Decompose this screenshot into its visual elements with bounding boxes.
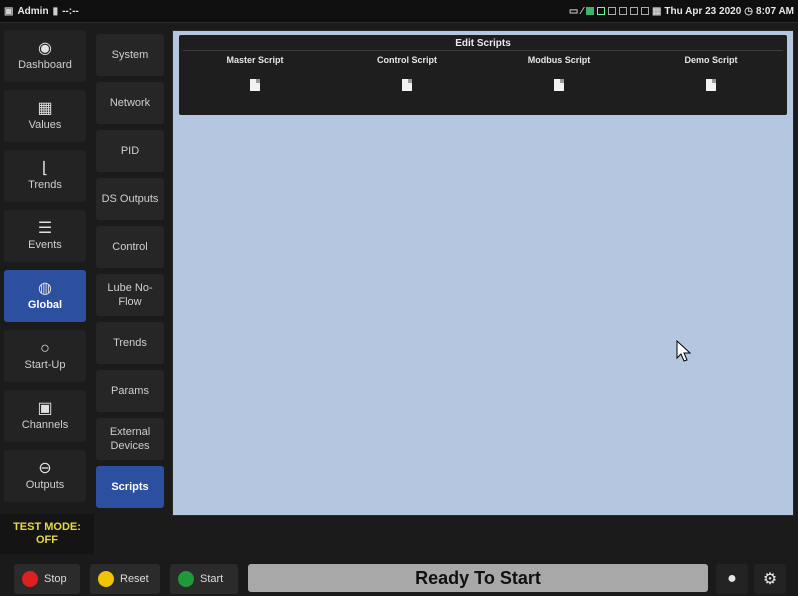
nav-values[interactable]: ▦ Values xyxy=(4,90,86,142)
stop-button[interactable]: Stop xyxy=(14,564,80,594)
calendar-icon: ▦ xyxy=(651,5,662,17)
channels-icon: ▣ xyxy=(37,400,53,417)
machine-status-display: Ready To Start xyxy=(248,564,708,592)
start-label: Start xyxy=(200,573,224,585)
top-status-bar: ▣ Admin ▮ --:-- ▭ ⁄ ▦ Thu Apr 23 2020 ◷ … xyxy=(0,0,798,23)
panel-divider xyxy=(183,50,783,51)
demo-script-header: Demo Script xyxy=(684,55,738,65)
content-area: Edit Scripts Master Script Control Scrip… xyxy=(172,30,794,516)
nav-start-up-label: Start-Up xyxy=(24,359,66,371)
panel-title: Edit Scripts xyxy=(455,38,511,49)
start-button[interactable]: Start xyxy=(170,564,238,594)
settings-button[interactable]: ⚙ xyxy=(754,564,786,594)
control-script-header: Control Script xyxy=(377,55,437,65)
demo-script-column: Demo Script xyxy=(635,55,787,96)
clock-icon: ◷ xyxy=(744,5,754,17)
nav-outputs-label: Outputs xyxy=(25,479,65,491)
io-indicator-2 xyxy=(596,7,605,15)
nav-global-label: Global xyxy=(27,299,63,311)
subnav-system[interactable]: System xyxy=(96,34,164,76)
io-indicator-3 xyxy=(607,7,616,15)
nav-values-label: Values xyxy=(28,119,62,131)
globe-icon: ◍ xyxy=(38,280,52,297)
reset-icon xyxy=(98,571,114,587)
time-text: 8:07 AM xyxy=(756,5,794,17)
nav-trends[interactable]: ⌊ Trends xyxy=(4,150,86,202)
reset-label: Reset xyxy=(120,573,149,585)
test-mode-indicator: TEST MODE: OFF xyxy=(0,514,94,554)
subnav-pid[interactable]: PID xyxy=(96,130,164,172)
gauge-icon: ◉ xyxy=(38,40,52,57)
nav-dashboard[interactable]: ◉ Dashboard xyxy=(4,30,86,82)
refresh-icon: ○ xyxy=(40,340,50,357)
nav-channels-label: Channels xyxy=(21,419,69,431)
user-badge-icon: ▮ xyxy=(52,5,59,17)
chart-icon: ⌊ xyxy=(41,160,49,177)
battery-icon: ▭ xyxy=(568,5,579,17)
subnav-control[interactable]: Control xyxy=(96,226,164,268)
subnav-external-devices[interactable]: External Devices xyxy=(96,418,164,460)
subnav-lube-no-flow[interactable]: Lube No-Flow xyxy=(96,274,164,316)
subnav-network[interactable]: Network xyxy=(96,82,164,124)
info-button[interactable]: ● xyxy=(716,564,748,594)
subnav-scripts[interactable]: Scripts xyxy=(96,466,164,508)
reset-button[interactable]: Reset xyxy=(90,564,160,594)
nav-dashboard-label: Dashboard xyxy=(18,59,72,71)
control-script-document-icon[interactable] xyxy=(402,79,412,91)
stop-icon xyxy=(22,571,38,587)
demo-script-document-icon[interactable] xyxy=(706,79,716,91)
io-indicator-5 xyxy=(629,7,638,15)
modbus-script-header: Modbus Script xyxy=(527,55,591,65)
date-text: Thu Apr 23 2020 xyxy=(664,5,742,17)
io-indicator-4 xyxy=(618,7,627,15)
stop-label: Stop xyxy=(44,573,67,585)
user-title: Admin xyxy=(17,5,49,17)
grid-icon: ▦ xyxy=(37,100,53,117)
subnav-ds-outputs[interactable]: DS Outputs xyxy=(96,178,164,220)
nav-outputs[interactable]: ⊖ Outputs xyxy=(4,450,86,502)
nav-start-up[interactable]: ○ Start-Up xyxy=(4,330,86,382)
info-icon: ● xyxy=(727,570,737,587)
test-mode-value: OFF xyxy=(36,534,58,546)
master-script-header: Master Script xyxy=(226,55,284,65)
master-script-column: Master Script xyxy=(179,55,331,96)
nav-global[interactable]: ◍ Global xyxy=(4,270,86,322)
global-sub-menu: System Network PID DS Outputs Control Lu… xyxy=(96,34,166,514)
nav-channels[interactable]: ▣ Channels xyxy=(4,390,86,442)
admin-icon: ▣ xyxy=(4,5,14,17)
modbus-script-column: Modbus Script xyxy=(483,55,635,96)
list-icon: ☰ xyxy=(37,220,53,237)
subnav-params[interactable]: Params xyxy=(96,370,164,412)
io-indicator-6 xyxy=(640,7,649,15)
gear-icon: ⚙ xyxy=(762,571,778,588)
start-icon xyxy=(178,571,194,587)
modbus-script-document-icon[interactable] xyxy=(554,79,564,91)
control-script-column: Control Script xyxy=(331,55,483,96)
user-title-suffix: --:-- xyxy=(62,5,79,17)
edit-scripts-panel: Edit Scripts Master Script Control Scrip… xyxy=(179,35,787,115)
nav-trends-label: Trends xyxy=(28,179,62,191)
subnav-trends[interactable]: Trends xyxy=(96,322,164,364)
mouse-pointer-icon xyxy=(676,340,692,362)
master-script-document-icon[interactable] xyxy=(250,79,260,91)
main-sidebar: ◉ Dashboard ▦ Values ⌊ Trends ☰ Events ◍… xyxy=(4,26,88,516)
output-icon: ⊖ xyxy=(38,460,52,477)
nav-events-label: Events xyxy=(28,239,62,251)
test-mode-label: TEST MODE: xyxy=(13,521,81,533)
nav-events[interactable]: ☰ Events xyxy=(4,210,86,262)
signal-icon: ⁄ xyxy=(581,5,583,17)
io-indicator-1 xyxy=(585,7,594,15)
